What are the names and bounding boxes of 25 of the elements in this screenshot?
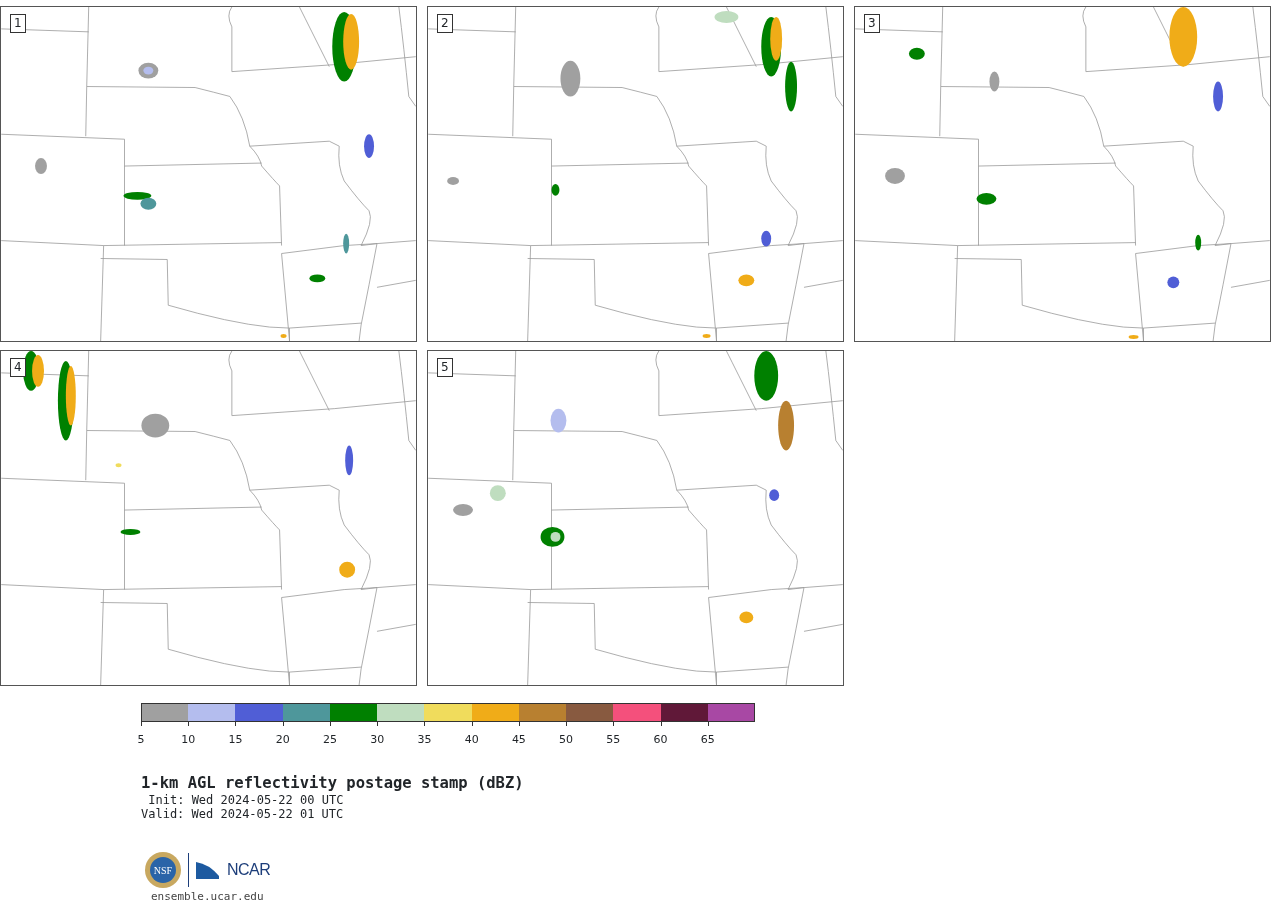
tick-label: 40 (464, 733, 479, 746)
tick-label: 65 (700, 733, 715, 746)
tick-label: 50 (559, 733, 574, 746)
panel-number: 2 (437, 14, 453, 33)
tick-label: 35 (417, 733, 432, 746)
tick-label: 15 (228, 733, 243, 746)
tick-label: 30 (370, 733, 385, 746)
valid-time: Valid: Wed 2024-05-22 01 UTC (141, 807, 345, 821)
seal-logo: NSF (144, 851, 182, 889)
tick-label: 10 (181, 733, 196, 746)
panel-number: 1 (10, 14, 26, 33)
ncar-wordmark: NCAR (227, 860, 271, 880)
tick-label: 25 (322, 733, 337, 746)
tick-label: 45 (511, 733, 526, 746)
chart-title: 1-km AGL reflectivity postage stamp (dBZ) (141, 774, 525, 793)
tick-label: 60 (653, 733, 668, 746)
tick-label: 20 (275, 733, 290, 746)
ncar-mark-icon (195, 860, 221, 880)
tick-label: 5 (137, 733, 145, 746)
panel-number: 3 (864, 14, 880, 33)
site-url: ensemble.ucar.edu (151, 890, 265, 901)
panel-number: 4 (10, 358, 26, 377)
init-time: Init: Wed 2024-05-22 00 UTC (147, 793, 345, 807)
panel-number: 5 (437, 358, 453, 377)
tick-label: 55 (606, 733, 621, 746)
